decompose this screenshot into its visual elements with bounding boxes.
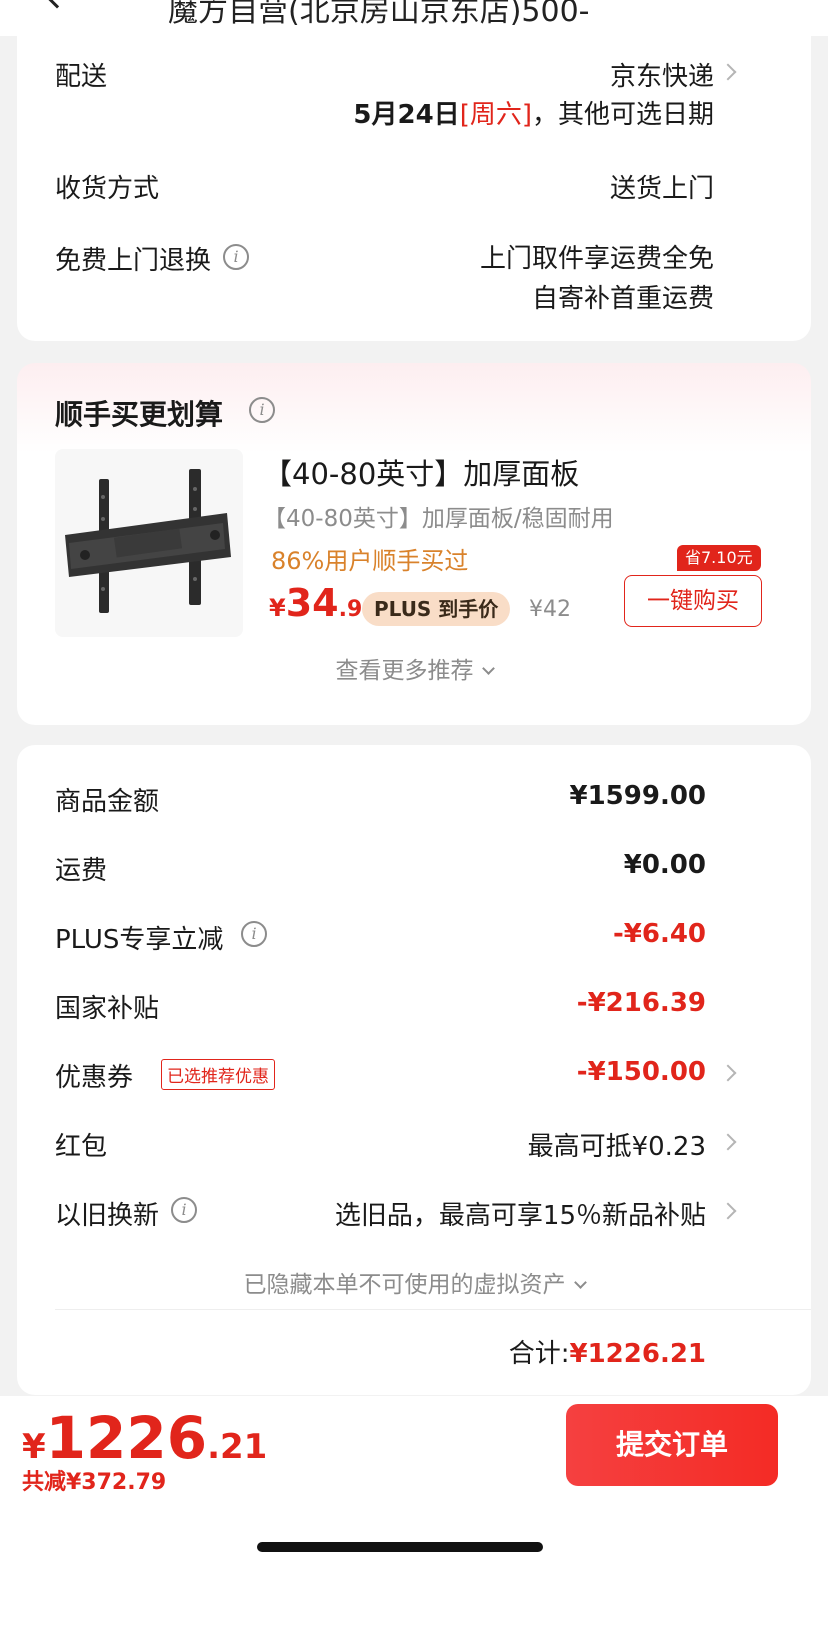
chevron-right-icon[interactable] [719,1202,737,1220]
subtotal-label: 合计: [508,1339,570,1369]
chevron-down-icon [573,1276,587,1289]
section-title: 顺手买更划算 [55,393,223,433]
price-integer: 34 [285,581,339,625]
product-thumbnail[interactable] [55,449,243,637]
info-icon[interactable]: i [241,921,267,947]
one-click-buy-button[interactable]: 一键购买 [624,575,762,627]
recommend-card: 顺手买更划算 i 【40-80英寸】加厚面板 【40-80英寸】加厚面板/稳固耐… [17,363,811,725]
national-subsidy-value: -¥216.39 [576,988,706,1018]
red-packet-label: 红包 [55,1132,108,1162]
hidden-assets-toggle[interactable]: 已隐藏本单不可使用的虚拟资产 [17,1265,811,1299]
subtotal-row: 合计:¥1226.21 [509,1333,706,1370]
section-title-text: 顺手买更划算 [55,398,224,431]
coupon-label: 优惠券 [55,1063,134,1093]
hidden-assets-label: 已隐藏本单不可使用的虚拟资产 [243,1272,566,1298]
delivery-date-day: 5月24日 [353,100,460,130]
original-price: ¥42 [529,597,571,622]
chevron-down-icon [481,662,495,675]
back-arrow-icon[interactable] [41,0,73,9]
trade-in-value[interactable]: 选旧品，最高可享15％新品补贴 [335,1195,706,1232]
watermark: 慢星人凌凌漆 [300,744,444,772]
national-subsidy-label: 国家补贴 [55,994,160,1024]
plus-price-badge: PLUS 到手价 [362,592,511,626]
coupon-value[interactable]: -¥150.00 [577,1057,706,1087]
plus-discount-label: PLUS专享立减 [55,925,224,955]
delivery-weekday: [周六] [459,100,532,130]
more-recommendations-label: 查看更多推荐 [335,658,474,684]
price-currency: ¥ [269,594,286,622]
goods-amount-value: ¥1599.00 [569,781,706,811]
divider [55,1309,811,1310]
total-integer: 1226 [45,1404,208,1472]
chevron-right-icon[interactable] [719,1064,737,1082]
order-total: ¥1226.21 [22,1404,267,1472]
page-title: 魔方自营(北京房山京东店)500- [168,0,590,29]
delivery-date[interactable]: 5月24日[周六]，其他可选日期 [353,94,714,131]
price-summary-card: 商品金额 ¥1599.00 运费 ¥0.00 PLUS专享立减 i -¥6.40… [17,745,811,1395]
delivery-carrier[interactable]: 京东快递 [610,56,714,93]
tv-mount-image [65,469,231,613]
info-icon[interactable]: i [171,1197,197,1223]
product-price: ¥34.9 [269,581,362,625]
product-subtitle: 【40-80英寸】加厚面板/稳固耐用 [263,506,614,532]
delivery-label: 配送 [55,62,108,92]
price-decimal: .9 [338,597,363,622]
chevron-right-icon[interactable] [719,1133,737,1151]
delivery-other-dates: ，其他可选日期 [531,100,714,130]
product-title[interactable]: 【40-80英寸】加厚面板 [263,451,579,493]
info-icon[interactable]: i [223,244,249,270]
trade-in-label: 以旧换新 [55,1201,160,1231]
more-recommendations-link[interactable]: 查看更多推荐 [17,651,811,685]
submit-order-button[interactable]: 提交订单 [566,1404,778,1486]
delivery-card: 配送 京东快递 5月24日[周六]，其他可选日期 收货方式 送货上门 免费上门退… [17,36,811,341]
total-currency: ¥ [22,1427,46,1467]
top-nav-bar: 魔方自营(北京房山京东店)500- [0,0,828,36]
subtotal-value: ¥1226.21 [569,1339,706,1369]
product-buyers-text: 86%用户顺手买过 [271,547,469,575]
free-return-line2: 自寄补首重运费 [531,284,714,314]
home-indicator [257,1542,543,1552]
red-packet-value[interactable]: 最高可抵¥0.23 [528,1126,706,1163]
free-return-label: 免费上门退换 [55,246,212,276]
total-saved-text: 共减¥372.79 [22,1470,167,1495]
info-icon[interactable]: i [249,397,275,423]
receive-method-label: 收货方式 [55,174,160,204]
free-return-line1: 上门取件享运费全免 [479,244,714,274]
save-badge: 省7.10元 [677,545,761,571]
shipping-value: ¥0.00 [623,850,706,880]
total-decimal: .21 [207,1427,268,1467]
shipping-label: 运费 [55,856,108,886]
coupon-recommended-tag: 已选推荐优惠 [161,1059,275,1090]
goods-amount-label: 商品金额 [55,787,160,817]
plus-discount-value: -¥6.40 [612,919,706,949]
chevron-right-icon[interactable] [719,63,737,81]
receive-method-value: 送货上门 [609,174,714,204]
